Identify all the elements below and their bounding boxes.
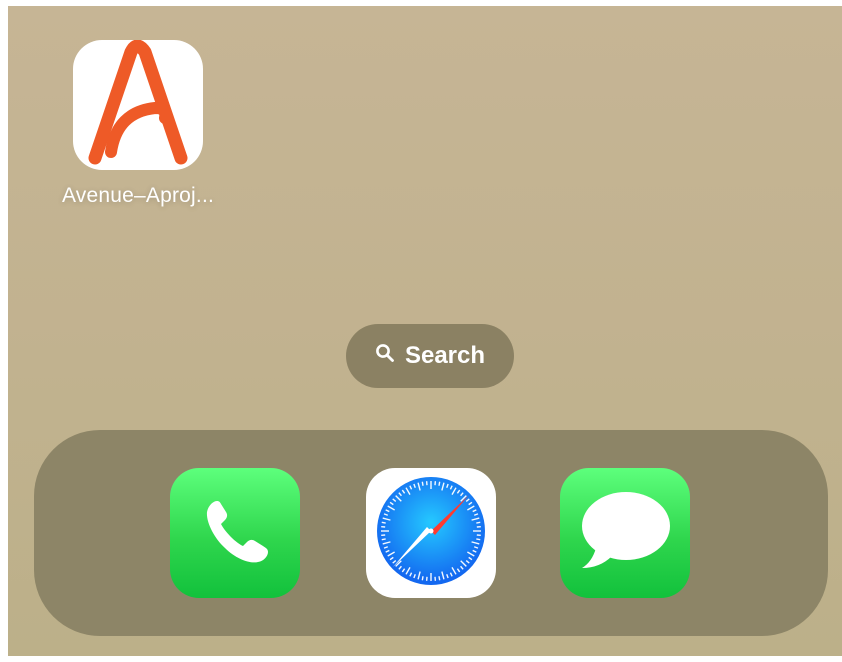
messages-bubble-icon: [570, 476, 680, 591]
safari-compass-icon: [369, 469, 493, 598]
app-label: Avenue–Aproj...: [61, 184, 215, 207]
phone-icon: [192, 488, 278, 579]
search-button[interactable]: Search: [346, 324, 514, 388]
dock-messages-app[interactable]: [560, 468, 690, 598]
home-screen: Avenue–Aproj... Search: [8, 6, 842, 656]
avenue-a-icon[interactable]: [73, 40, 203, 170]
dock-safari-app[interactable]: [366, 468, 496, 598]
magnifier-icon: [375, 342, 395, 370]
search-label: Search: [404, 342, 486, 369]
app-avenue[interactable]: Avenue–Aproj...: [48, 40, 228, 208]
dock: [34, 430, 828, 636]
dock-phone-app[interactable]: [170, 468, 300, 598]
